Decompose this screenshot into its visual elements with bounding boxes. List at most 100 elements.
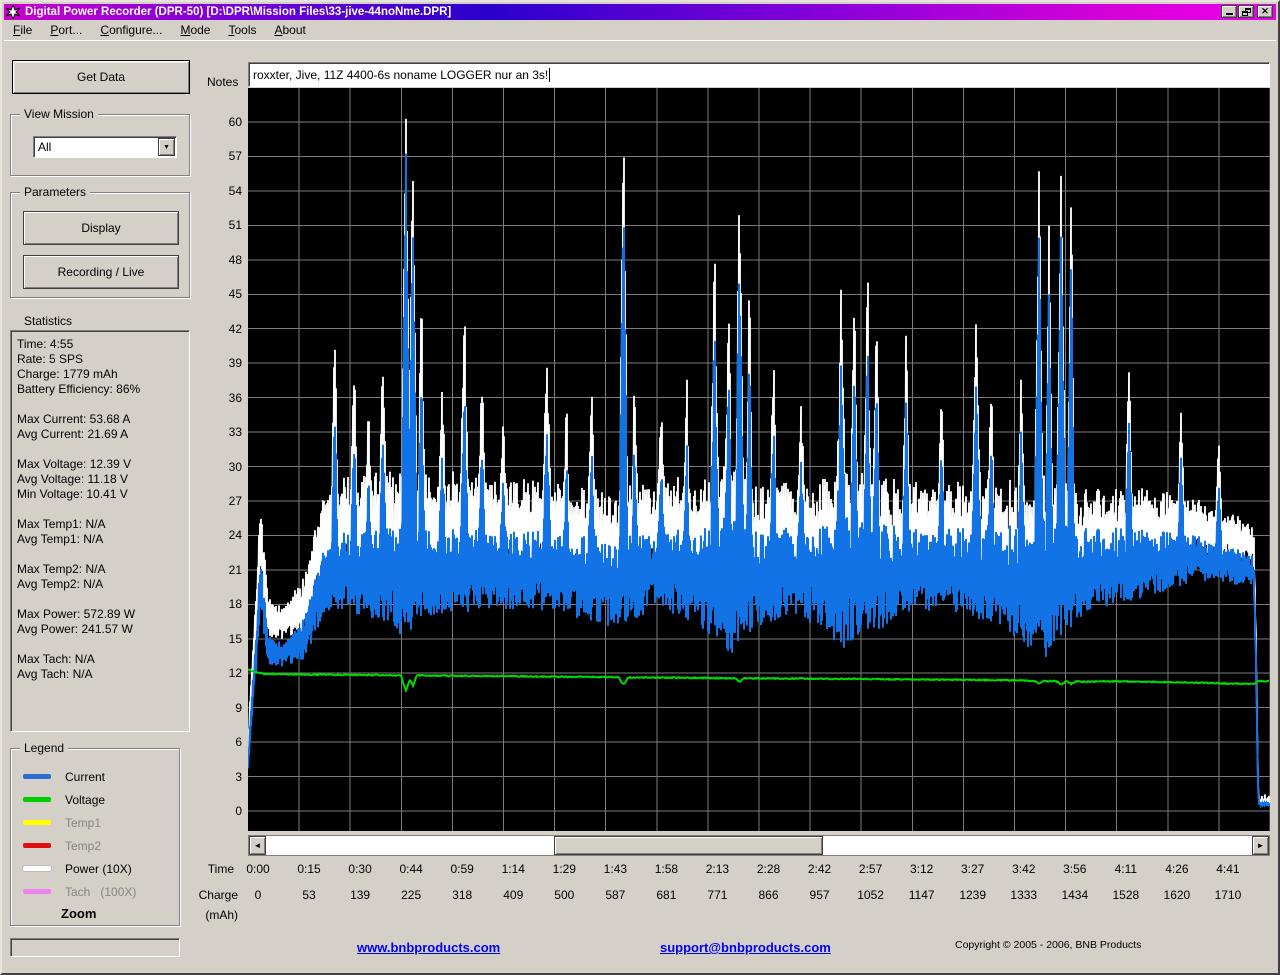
charge-tick-label: 957 <box>798 888 842 902</box>
mission-dropdown[interactable]: All ▼ <box>33 136 177 158</box>
power-chart[interactable] <box>248 88 1270 831</box>
y-tick-label: 24 <box>208 528 242 542</box>
charge-tick-label: 139 <box>338 888 382 902</box>
time-tick-label: 0:44 <box>389 862 433 876</box>
chart-grid <box>248 88 1270 831</box>
menu-bar: FilePort...Configure...ModeToolsAbout <box>4 21 1276 41</box>
menu-item-about[interactable]: About <box>265 21 314 40</box>
y-tick-label: 9 <box>208 701 242 715</box>
charge-tick-label: 318 <box>440 888 484 902</box>
scroll-thumb[interactable] <box>554 836 823 855</box>
app-icon <box>6 5 20 19</box>
legend-swatch <box>23 843 51 848</box>
legend-item-power-10x[interactable]: Power (10X) <box>11 857 179 880</box>
legend-item-current[interactable]: Current <box>11 765 179 788</box>
menu-item-configure[interactable]: Configure... <box>91 21 171 40</box>
legend-label: Temp1 <box>65 816 101 830</box>
menu-item-mode[interactable]: Mode <box>171 21 219 40</box>
time-tick-label: 3:56 <box>1053 862 1097 876</box>
legend-label: Power (10X) <box>65 862 132 876</box>
legend-label: Tach (100X) <box>65 885 136 899</box>
charge-tick-label: 1620 <box>1155 888 1199 902</box>
y-tick-label: 39 <box>208 356 242 370</box>
time-tick-label: 3:12 <box>900 862 944 876</box>
y-tick-label: 36 <box>208 391 242 405</box>
recording-live-button[interactable]: Recording / Live <box>23 255 179 289</box>
scroll-left-button[interactable]: ◄ <box>249 836 266 855</box>
stat-line <box>17 637 189 652</box>
time-tick-label: 4:11 <box>1104 862 1148 876</box>
time-tick-label: 1:58 <box>644 862 688 876</box>
charge-tick-label: 1333 <box>1002 888 1046 902</box>
stat-line: Avg Voltage: 11.18 V <box>17 472 189 487</box>
display-button-label: Display <box>81 221 120 235</box>
restore-icon <box>1242 8 1251 16</box>
legend-swatch <box>23 820 51 825</box>
window-title: Digital Power Recorder (DPR-50) [D:\DPR\… <box>25 6 451 18</box>
stat-line <box>17 442 189 457</box>
time-tick-label: 0:59 <box>440 862 484 876</box>
legend-item-temp2[interactable]: Temp2 <box>11 834 179 857</box>
legend-label: Voltage <box>65 793 105 807</box>
y-tick-label: 18 <box>208 597 242 611</box>
charge-tick-label: 1147 <box>900 888 944 902</box>
time-axis-label: Time <box>194 862 234 876</box>
y-tick-label: 27 <box>208 494 242 508</box>
scroll-right-button[interactable]: ► <box>1252 836 1269 855</box>
time-tick-label: 2:57 <box>849 862 893 876</box>
legend-group: Legend CurrentVoltageTemp1Temp2Power (10… <box>10 748 180 926</box>
y-tick-label: 15 <box>208 632 242 646</box>
notes-label: Notes <box>207 75 238 89</box>
legend-item-temp1[interactable]: Temp1 <box>11 811 179 834</box>
charge-tick-label: 500 <box>542 888 586 902</box>
y-tick-label: 30 <box>208 460 242 474</box>
menu-item-tools[interactable]: Tools <box>219 21 265 40</box>
dropdown-arrow-button[interactable]: ▼ <box>158 138 175 156</box>
charge-tick-label: 1528 <box>1104 888 1148 902</box>
legend-items: Current Voltage Temp1 Temp2 Power (10X) Tach … <box>11 749 179 903</box>
time-tick-label: 2:13 <box>695 862 739 876</box>
y-tick-label: 51 <box>208 218 242 232</box>
charge-tick-label: 1052 <box>849 888 893 902</box>
statistics-title: Statistics <box>24 314 72 328</box>
support-email-link[interactable]: support@bnbproducts.com <box>660 940 831 955</box>
y-tick-label: 45 <box>208 287 242 301</box>
title-bar[interactable]: Digital Power Recorder (DPR-50) [D:\DPR\… <box>4 4 1276 20</box>
legend-item-voltage[interactable]: Voltage <box>11 788 179 811</box>
charge-tick-label: 587 <box>593 888 637 902</box>
time-tick-label: 1:43 <box>593 862 637 876</box>
legend-zoom-label: Zoom <box>61 906 179 921</box>
stat-line: Max Temp2: N/A <box>17 562 189 577</box>
y-tick-label: 54 <box>208 184 242 198</box>
restore-button[interactable] <box>1238 5 1254 18</box>
chart-scrollbar[interactable]: ◄ ► <box>248 835 1270 856</box>
get-data-button[interactable]: Get Data <box>12 60 190 94</box>
time-tick-label: 2:42 <box>798 862 842 876</box>
y-tick-label: 21 <box>208 563 242 577</box>
close-button[interactable]: ✕ <box>1257 5 1273 18</box>
legend-item-tach-100x[interactable]: Tach (100X) <box>11 880 179 903</box>
y-tick-label: 33 <box>208 425 242 439</box>
minimize-button[interactable] <box>1221 5 1237 18</box>
parameters-title: Parameters <box>20 186 90 199</box>
y-tick-label: 57 <box>208 149 242 163</box>
progress-bar <box>10 938 180 957</box>
charge-axis-label: Charge <box>188 888 238 902</box>
legend-label: Temp2 <box>65 839 101 853</box>
website-link[interactable]: www.bnbproducts.com <box>357 940 500 955</box>
display-button[interactable]: Display <box>23 211 179 245</box>
legend-swatch <box>23 866 51 871</box>
legend-title: Legend <box>20 742 68 755</box>
chart-canvas <box>248 88 1270 831</box>
legend-label: Current <box>65 770 105 784</box>
notes-text: roxxter, Jive, 11Z 4400-6s noname LOGGER… <box>253 68 548 82</box>
y-tick-label: 3 <box>208 770 242 784</box>
charge-tick-label: 1239 <box>951 888 995 902</box>
menu-item-file[interactable]: File <box>4 21 41 40</box>
notes-input[interactable]: roxxter, Jive, 11Z 4400-6s noname LOGGER… <box>248 62 1270 87</box>
menu-item-port[interactable]: Port... <box>41 21 91 40</box>
stat-line: Avg Temp1: N/A <box>17 532 189 547</box>
parameters-group: Parameters Display Recording / Live <box>10 192 190 298</box>
stat-line <box>17 547 189 562</box>
y-tick-label: 12 <box>208 666 242 680</box>
